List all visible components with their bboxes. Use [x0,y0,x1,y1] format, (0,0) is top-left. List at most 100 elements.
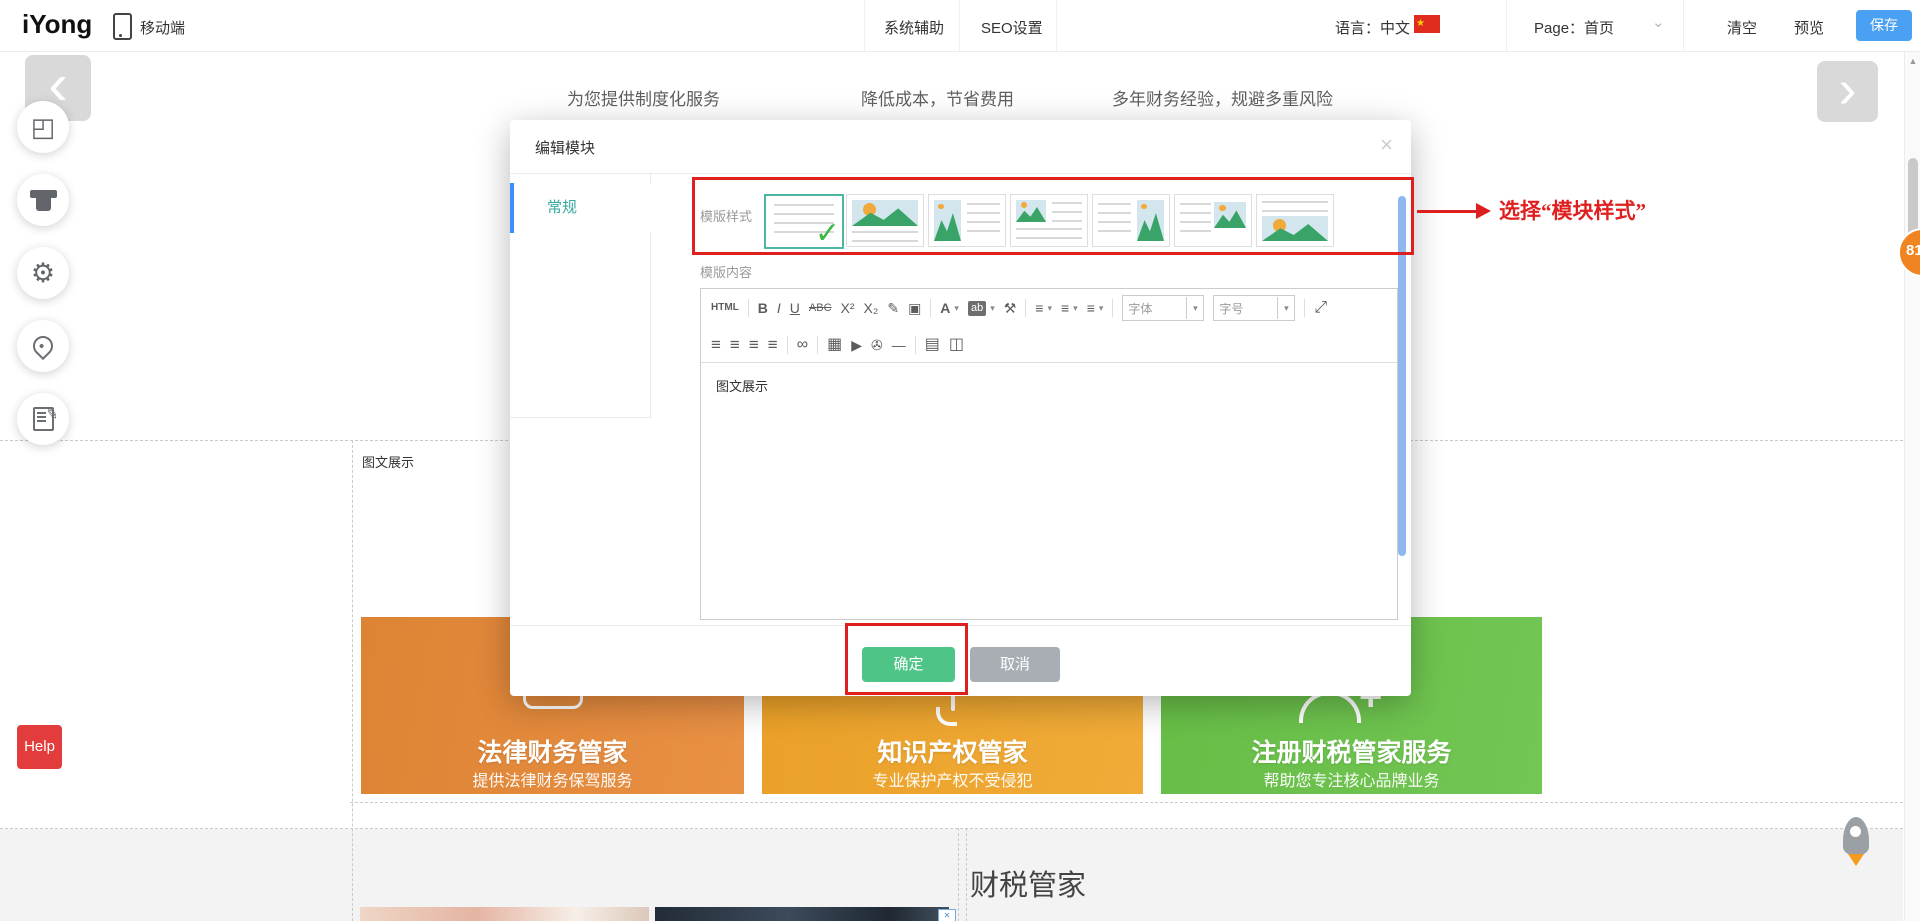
device-mode-toggle[interactable]: 移动端 [140,17,185,38]
clear-button[interactable]: 清空 [1727,17,1757,38]
find-replace-icon[interactable]: ◫ [949,337,964,353]
font-color-button[interactable]: A [940,301,950,315]
modules-grid-icon: ◰ [31,112,56,143]
module-delete-marker[interactable]: ✕ [938,909,956,921]
page-scrollbar-thumb[interactable] [1908,158,1918,238]
tab-general[interactable]: 常规 [510,183,683,233]
underline-button[interactable]: U [790,301,800,315]
system-help-menu[interactable]: 系统辅助 [884,17,944,38]
divider [959,0,960,51]
caret-down-icon[interactable]: ▾ [954,303,959,314]
dialog-footer-divider [510,625,1411,626]
insert-image-icon[interactable]: ▦ [827,337,842,353]
preview-button[interactable]: 预览 [1794,17,1824,38]
back-to-top-rocket-icon[interactable] [1842,817,1870,867]
help-button[interactable]: Help [17,725,62,769]
language-selector[interactable]: 语言：中文 [1335,17,1410,38]
cancel-button[interactable]: 取消 [970,647,1060,682]
attachment-icon[interactable]: ✇ [871,338,883,352]
html-source-button[interactable]: HTML [711,303,739,313]
italic-button[interactable]: I [777,301,781,315]
font-family-select[interactable]: 字体 ▾ [1122,295,1204,321]
sidebar-item-forms[interactable]: ✎ [17,393,69,445]
scroll-up-icon[interactable]: ▲ [1905,56,1920,66]
template-style-label: 模版样式 [700,206,752,225]
sidebar-item-settings[interactable]: ⚙ [17,247,69,299]
card-title: 知识产权管家 [762,733,1143,769]
edit-module-dialog: 编辑模块 × 常规 模版样式 ✓ [510,120,1411,696]
highlight-color-button[interactable]: ab [968,301,986,316]
umbrella-handle-icon [936,707,957,726]
content-photo [655,907,949,921]
line-height-button[interactable]: ≡ [1035,301,1043,315]
thumb-art [1262,216,1328,241]
sidebar-item-theme[interactable] [17,174,69,226]
save-button[interactable]: 保存 [1856,10,1912,41]
card-subtitle: 帮助您专注核心品牌业务 [1161,767,1542,791]
text-lines-art [1262,201,1328,213]
align-center-button[interactable]: ≡ [730,336,740,353]
indent-button[interactable]: ≡ [1087,301,1095,315]
divider [1112,299,1113,317]
selected-check-icon: ✓ [815,216,840,251]
notification-badge[interactable]: 81 [1898,228,1920,277]
chevron-down-icon[interactable]: ⌄ [1652,13,1665,31]
form-edit-icon: ✎ [33,407,54,431]
pencil-icon: ✎ [44,404,60,424]
template-style-option-image-bottom[interactable] [1256,194,1334,247]
bold-button[interactable]: B [758,301,768,315]
china-flag-icon: ★ [1414,15,1440,33]
text-lines-art [1180,203,1211,233]
caret-down-icon[interactable]: ▾ [990,303,995,314]
card-title: 注册财税管家服务 [1161,733,1542,769]
page-selector[interactable]: Page：首页 [1534,17,1614,38]
editor-toolbar-row1: HTML B I U ABC X² X₂ ✎ ▣ A ▾ ab ▾ ⚒ ≡ ▾ … [701,289,1397,327]
font-size-select[interactable]: 字号 ▾ [1213,295,1295,321]
close-icon[interactable]: × [1380,132,1393,158]
seo-settings-menu[interactable]: SEO设置 [981,17,1043,38]
confirm-button[interactable]: 确定 [862,647,955,682]
template-style-option-image-top[interactable] [846,194,924,247]
format-brush-icon[interactable]: ⚒ [1004,301,1017,315]
thumb-art [934,200,961,241]
paste-icon[interactable]: ▣ [908,301,921,315]
caret-down-icon[interactable]: ▾ [1099,303,1104,314]
align-left-button[interactable]: ≡ [711,336,721,353]
sidebar-item-modules[interactable]: ◰ [17,101,69,153]
tshirt-icon [36,196,51,211]
template-style-option-image-left-tall[interactable] [928,194,1006,247]
link-icon[interactable]: ∞ [797,337,808,353]
feature-text: 降低成本，节省费用 [861,85,1014,110]
card-title: 法律财务管家 [361,733,744,769]
horizontal-rule-button[interactable]: — [892,338,906,352]
page-scrollbar[interactable]: ▲ [1904,52,1920,921]
paragraph-spacing-button[interactable]: ≡ [1061,301,1069,315]
template-style-option-image-left[interactable] [1010,194,1088,247]
align-justify-button[interactable]: ≡ [768,336,778,353]
insert-table-icon[interactable]: ▤ [925,337,940,353]
annotation-text: 选择“模块样式” [1499,195,1646,225]
format-eraser-icon[interactable]: ✎ [887,301,899,315]
template-style-option-image-right[interactable] [1174,194,1252,247]
text-lines-art [1052,202,1082,222]
font-size-placeholder: 字号 [1214,300,1277,317]
caret-down-icon[interactable]: ▾ [1073,303,1078,314]
editor-content-area[interactable]: 图文展示 [701,363,1397,609]
insert-video-icon[interactable]: ▶ [851,338,862,352]
superscript-button[interactable]: X² [841,301,855,315]
topbar: iYong 移动端 系统辅助 SEO设置 语言：中文 ★ Page：首页 ⌄ 清… [0,0,1920,52]
strikethrough-button[interactable]: ABC [809,303,832,314]
fullscreen-icon[interactable]: ⤢ [1314,300,1327,316]
rich-text-editor: HTML B I U ABC X² X₂ ✎ ▣ A ▾ ab ▾ ⚒ ≡ ▾ … [700,288,1398,620]
template-style-option-text[interactable]: ✓ [764,194,844,249]
template-style-option-image-right-tall[interactable] [1092,194,1170,247]
dialog-scrollbar-thumb[interactable] [1398,196,1406,556]
align-right-button[interactable]: ≡ [749,336,759,353]
feature-text: 为您提供制度化服务 [567,85,720,110]
divider [748,299,749,317]
caret-down-icon: ▾ [1277,297,1294,319]
sidebar-item-location[interactable] [17,320,69,372]
caret-down-icon[interactable]: ▾ [1047,303,1052,314]
next-slide-button[interactable]: › [1817,61,1878,122]
subscript-button[interactable]: X₂ [864,301,879,315]
